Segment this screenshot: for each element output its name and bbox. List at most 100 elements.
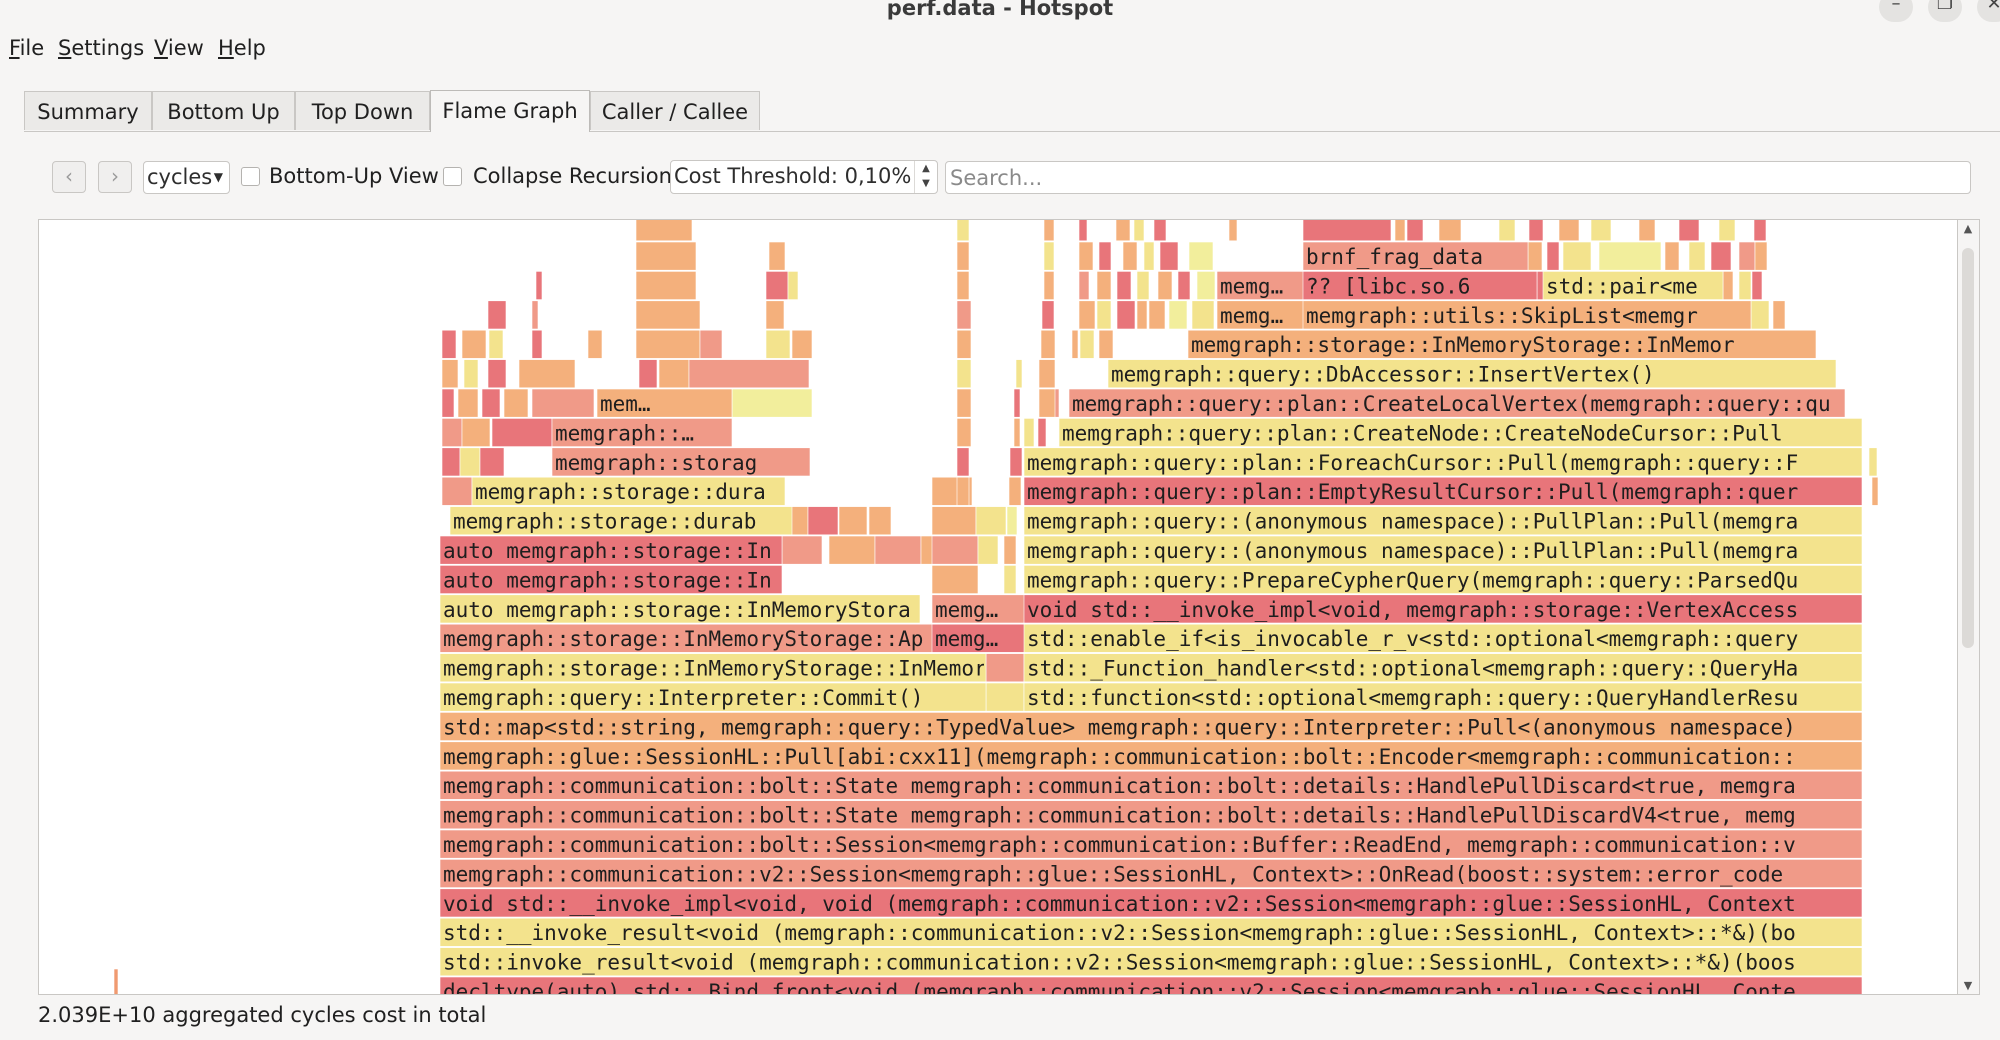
flame-block[interactable] xyxy=(1009,447,1023,477)
flame-block[interactable] xyxy=(488,329,504,359)
flame-block[interactable] xyxy=(487,300,507,330)
flame-block[interactable] xyxy=(441,447,461,477)
flame-block[interactable] xyxy=(1868,447,1878,477)
scrollbar-thumb[interactable] xyxy=(1962,248,1974,648)
flame-block[interactable] xyxy=(441,388,455,418)
flame-block[interactable] xyxy=(1116,300,1136,330)
flame-block[interactable] xyxy=(956,418,972,447)
flame-block[interactable] xyxy=(1153,220,1167,242)
flame-block[interactable] xyxy=(1562,241,1592,271)
flame-block[interactable] xyxy=(874,535,922,565)
flame-block[interactable] xyxy=(481,388,501,418)
bottom-up-label[interactable]: Bottom-Up View xyxy=(269,164,439,188)
flame-block[interactable] xyxy=(635,271,697,300)
flame-block[interactable] xyxy=(1079,329,1095,359)
flame-block[interactable] xyxy=(461,418,491,447)
flame-block[interactable] xyxy=(1043,241,1055,271)
flame-block[interactable] xyxy=(1664,241,1680,271)
flame-block[interactable] xyxy=(1041,300,1055,330)
flame-block[interactable] xyxy=(441,476,473,506)
tab-summary[interactable]: Summary xyxy=(24,91,152,130)
flame-block[interactable] xyxy=(1598,241,1662,271)
flame-block[interactable] xyxy=(1122,241,1138,271)
flame-block[interactable] xyxy=(587,329,603,359)
flame-block[interactable] xyxy=(1003,565,1017,594)
flame-block[interactable] xyxy=(535,271,543,300)
forward-button[interactable]: › xyxy=(98,161,132,193)
flame-block[interactable] xyxy=(956,447,970,477)
flame-block[interactable] xyxy=(1078,241,1094,271)
flame-block[interactable] xyxy=(479,447,505,477)
flame-block[interactable] xyxy=(1078,271,1090,300)
flame-block[interactable] xyxy=(1228,220,1238,242)
flame-block[interactable] xyxy=(1008,476,1022,506)
flame-block[interactable] xyxy=(1191,300,1215,330)
flame-block[interactable] xyxy=(1558,220,1580,242)
flame-block[interactable] xyxy=(956,300,972,330)
flame-block[interactable] xyxy=(487,359,507,389)
flame-block[interactable] xyxy=(1133,220,1145,242)
scroll-up-icon[interactable]: ▲ xyxy=(1958,222,1978,235)
flame-block[interactable] xyxy=(699,329,723,359)
flame-block[interactable] xyxy=(1718,220,1736,242)
flame-block[interactable] xyxy=(791,329,813,359)
flame-block[interactable] xyxy=(1096,300,1112,330)
flame-block[interactable] xyxy=(491,418,553,447)
flame-block[interactable] xyxy=(1043,220,1055,242)
menu-view[interactable]: View xyxy=(154,36,204,60)
back-button[interactable]: ‹ xyxy=(52,161,86,193)
search-input[interactable] xyxy=(945,161,1971,194)
flame-block[interactable] xyxy=(828,535,876,565)
flame-block[interactable] xyxy=(461,329,487,359)
flame-block[interactable] xyxy=(518,359,576,389)
flame-block[interactable] xyxy=(1098,241,1112,271)
flame-block[interactable] xyxy=(1078,220,1088,242)
flame-block[interactable] xyxy=(787,271,799,300)
flame-block[interactable] xyxy=(635,220,693,242)
flame-block[interactable] xyxy=(1438,220,1462,242)
flame-block[interactable] xyxy=(1013,418,1021,447)
flame-block[interactable] xyxy=(441,359,459,389)
flame-block[interactable] xyxy=(781,535,823,565)
flame-block[interactable] xyxy=(463,359,479,389)
flame-block[interactable] xyxy=(1098,329,1114,359)
flame-block[interactable] xyxy=(1023,418,1035,447)
tab-top-down[interactable]: Top Down xyxy=(295,91,430,130)
selection-tick[interactable] xyxy=(113,968,119,995)
flame-block[interactable] xyxy=(1096,271,1112,300)
flame-block[interactable] xyxy=(1159,241,1179,271)
flame-block[interactable] xyxy=(1177,271,1191,300)
flame-block[interactable] xyxy=(1078,300,1096,330)
flame-block[interactable] xyxy=(956,388,972,418)
flame-block[interactable] xyxy=(956,329,972,359)
flame-block[interactable] xyxy=(1038,388,1056,418)
flame-block[interactable] xyxy=(1003,535,1017,565)
flame-block[interactable] xyxy=(1528,220,1544,242)
bottom-up-checkbox[interactable] xyxy=(241,167,260,186)
flame-block[interactable] xyxy=(765,300,785,330)
flame-block[interactable] xyxy=(956,271,970,300)
flame-block[interactable] xyxy=(638,359,658,389)
flame-block[interactable] xyxy=(1753,220,1767,242)
flame-block[interactable] xyxy=(1546,241,1560,271)
flame-block[interactable] xyxy=(1043,271,1055,300)
flame-block[interactable] xyxy=(1302,220,1392,242)
flame-block[interactable] xyxy=(635,300,701,330)
flame-block[interactable] xyxy=(1738,271,1752,300)
flame-block[interactable] xyxy=(1750,300,1770,330)
flame-block[interactable] xyxy=(1148,300,1166,330)
flame-block[interactable] xyxy=(1871,476,1879,506)
flame-block[interactable] xyxy=(1015,359,1023,389)
flame-block[interactable] xyxy=(1136,300,1148,330)
menu-settings[interactable]: Settings xyxy=(58,36,144,60)
scroll-down-icon[interactable]: ▼ xyxy=(1958,979,1978,992)
flame-block[interactable] xyxy=(1143,241,1155,271)
flame-block[interactable] xyxy=(1071,329,1079,359)
flame-block[interactable] xyxy=(731,388,813,418)
flame-block[interactable] xyxy=(1196,271,1216,300)
flame-block[interactable] xyxy=(531,300,539,330)
flame-block[interactable] xyxy=(838,506,868,536)
flame-block[interactable] xyxy=(1168,300,1188,330)
flame-block[interactable] xyxy=(1188,241,1214,271)
flame-block[interactable] xyxy=(868,506,892,536)
